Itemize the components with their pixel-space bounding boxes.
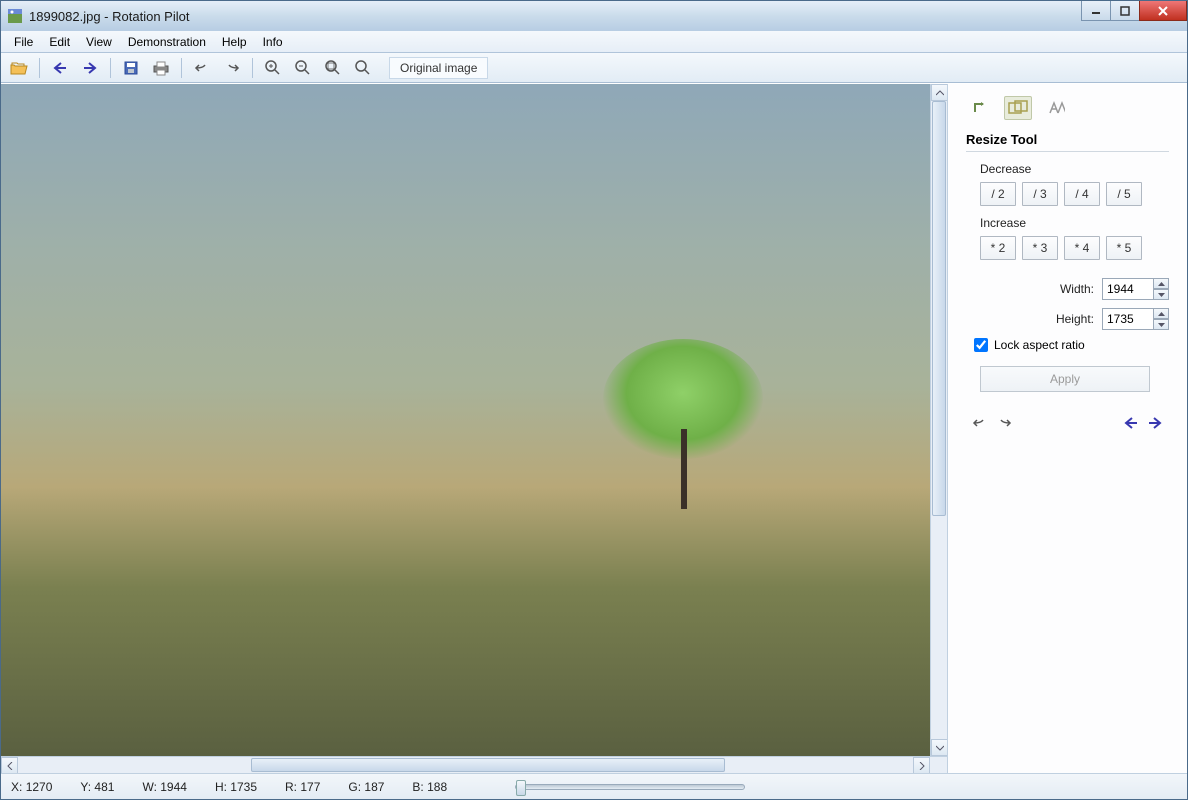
decrease-5-button[interactable]: / 5 [1106,182,1142,206]
maximize-button[interactable] [1110,1,1140,21]
height-spin-down[interactable] [1154,319,1169,330]
horizontal-scrollbar[interactable] [1,756,947,773]
undo-button[interactable] [190,56,214,80]
zoom-slider-knob[interactable] [516,780,526,796]
status-r: R: 177 [285,780,320,794]
zoom-out-button[interactable] [291,56,315,80]
width-spin-down[interactable] [1154,289,1169,300]
redo-button[interactable] [220,56,244,80]
decrease-3-button[interactable]: / 3 [1022,182,1058,206]
increase-5-button[interactable]: * 5 [1106,236,1142,260]
canvas-viewport [1,84,947,756]
height-input[interactable] [1102,308,1154,330]
status-w: W: 1944 [142,780,187,794]
window-title: 1899082.jpg - Rotation Pilot [29,9,1082,24]
canvas-area [1,84,947,773]
zoom-actual-button[interactable] [351,56,375,80]
minimize-button[interactable] [1081,1,1111,21]
width-label: Width: [1060,282,1094,296]
image-content [603,339,763,519]
panel-prev-button[interactable] [1123,416,1139,430]
increase-label: Increase [980,216,1169,230]
statusbar: X: 1270 Y: 481 W: 1944 H: 1735 R: 177 G:… [1,773,1187,799]
menu-help[interactable]: Help [215,33,254,51]
rotate-tool-tab[interactable] [966,96,994,120]
app-window: 1899082.jpg - Rotation Pilot File Edit V… [0,0,1188,800]
scroll-down-icon[interactable] [931,739,947,756]
prev-button[interactable] [48,56,72,80]
resize-tool-tab[interactable] [1004,96,1032,120]
titlebar[interactable]: 1899082.jpg - Rotation Pilot [1,1,1187,31]
menu-demonstration[interactable]: Demonstration [121,33,213,51]
close-button[interactable] [1139,1,1187,21]
vertical-scrollbar[interactable] [930,84,947,756]
status-h: H: 1735 [215,780,257,794]
tool-tabs [966,96,1169,120]
toolbar: Original image [1,53,1187,83]
app-icon [7,8,23,24]
width-spin-up[interactable] [1154,278,1169,289]
scroll-up-icon[interactable] [931,84,947,101]
panel-next-button[interactable] [1147,416,1163,430]
status-g: G: 187 [348,780,384,794]
print-button[interactable] [149,56,173,80]
decrease-4-button[interactable]: / 4 [1064,182,1100,206]
menu-edit[interactable]: Edit [42,33,77,51]
lock-aspect-checkbox[interactable] [974,338,988,352]
decrease-2-button[interactable]: / 2 [980,182,1016,206]
menubar: File Edit View Demonstration Help Info [1,31,1187,53]
content: Resize Tool Decrease / 2 / 3 / 4 / 5 Inc… [1,83,1187,773]
panel-redo-button[interactable] [996,416,1012,430]
next-button[interactable] [78,56,102,80]
menu-view[interactable]: View [79,33,119,51]
height-spin-up[interactable] [1154,308,1169,319]
status-x: X: 1270 [11,780,52,794]
scroll-thumb[interactable] [932,101,946,516]
zoom-slider[interactable] [515,784,745,790]
text-tool-tab[interactable] [1042,96,1070,120]
scroll-thumb[interactable] [251,758,725,772]
lock-aspect-label: Lock aspect ratio [994,338,1085,352]
status-b: B: 188 [412,780,447,794]
height-label: Height: [1056,312,1094,326]
scroll-left-icon[interactable] [1,757,18,774]
menu-file[interactable]: File [7,33,40,51]
zoom-in-button[interactable] [261,56,285,80]
save-button[interactable] [119,56,143,80]
panel-undo-button[interactable] [972,416,988,430]
apply-button[interactable]: Apply [980,366,1150,392]
image-canvas[interactable] [1,84,930,756]
panel-title: Resize Tool [966,132,1169,152]
window-buttons [1082,1,1187,31]
zoom-fit-button[interactable] [321,56,345,80]
increase-2-button[interactable]: * 2 [980,236,1016,260]
increase-3-button[interactable]: * 3 [1022,236,1058,260]
open-button[interactable] [7,56,31,80]
status-y: Y: 481 [80,780,114,794]
decrease-label: Decrease [980,162,1169,176]
zoom-label[interactable]: Original image [389,57,488,79]
scroll-right-icon[interactable] [913,757,930,774]
menu-info[interactable]: Info [256,33,290,51]
increase-4-button[interactable]: * 4 [1064,236,1100,260]
width-input[interactable] [1102,278,1154,300]
side-panel: Resize Tool Decrease / 2 / 3 / 4 / 5 Inc… [947,84,1187,773]
